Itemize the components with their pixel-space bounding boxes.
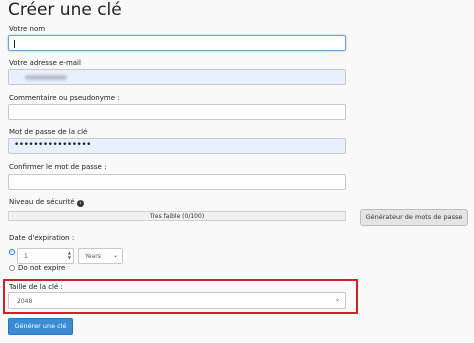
do-not-expire-label: Do not expire <box>18 264 66 272</box>
security-label: Niveau de sécurité i <box>9 198 84 207</box>
info-icon[interactable]: i <box>76 200 84 207</box>
expiration-unit-select[interactable]: Years ⌄ <box>78 248 123 264</box>
passphrase-label: Mot de passe de la clé <box>9 128 88 136</box>
email-label: Votre adresse e-mail <box>9 59 81 67</box>
text-caret <box>14 40 15 48</box>
generate-key-button[interactable]: Générer une clé <box>8 318 73 335</box>
key-size-label: Taille de la clé : <box>9 283 63 291</box>
do-not-expire-radio[interactable] <box>9 265 15 271</box>
spinner-arrows-icon[interactable]: ▲ ▼ <box>68 250 71 260</box>
password-generator-button[interactable]: Générateur de mots de passe <box>360 209 468 226</box>
redacted-email <box>25 75 67 80</box>
key-size-value: 2048 <box>17 298 33 305</box>
expiration-label: Date d'expiration : <box>9 234 75 242</box>
confirm-label: Confirmer le mot de passe : <box>9 163 107 171</box>
page-title: Créer une clé <box>8 0 122 20</box>
security-label-text: Niveau de sécurité <box>9 198 75 206</box>
chevron-down-icon: ⌄ <box>334 296 340 303</box>
chevron-down-icon: ⌄ <box>112 252 118 259</box>
name-label: Votre nom <box>9 25 46 33</box>
passphrase-input[interactable]: •••••••••••••••• <box>8 138 346 154</box>
expiration-amount-value: 1 <box>24 253 28 260</box>
expire-date-radio[interactable] <box>9 249 15 255</box>
expiration-amount-input[interactable]: 1 ▲ ▼ <box>17 248 74 264</box>
masked-password: •••••••••••••••• <box>14 140 91 150</box>
email-input[interactable] <box>8 69 346 85</box>
comment-input[interactable] <box>8 104 346 120</box>
expiration-unit-value: Years <box>85 253 101 260</box>
comment-label: Commentaire ou pseudonyme : <box>9 94 120 102</box>
strength-text: Tres faible (0/100) <box>149 213 205 220</box>
name-input[interactable] <box>8 35 346 51</box>
strength-meter: Tres faible (0/100) <box>8 211 346 221</box>
confirm-input[interactable] <box>8 174 346 190</box>
key-size-select[interactable]: 2048 ⌄ <box>8 292 346 309</box>
